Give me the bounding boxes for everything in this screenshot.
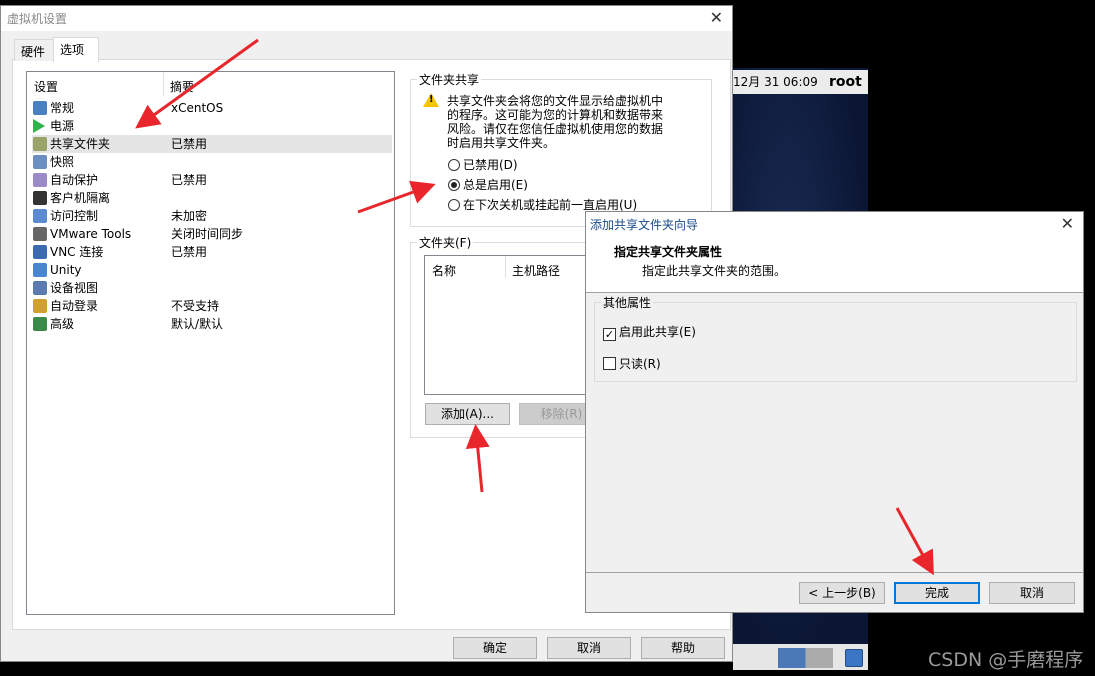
arrow-shared-folder — [135, 38, 259, 129]
annotation-arrows — [135, 38, 934, 576]
arrow-add-button — [465, 424, 490, 493]
arrow-always-enabled — [357, 180, 436, 214]
arrow-finish-button — [895, 507, 934, 576]
tab-options[interactable]: 选项 — [53, 37, 99, 62]
